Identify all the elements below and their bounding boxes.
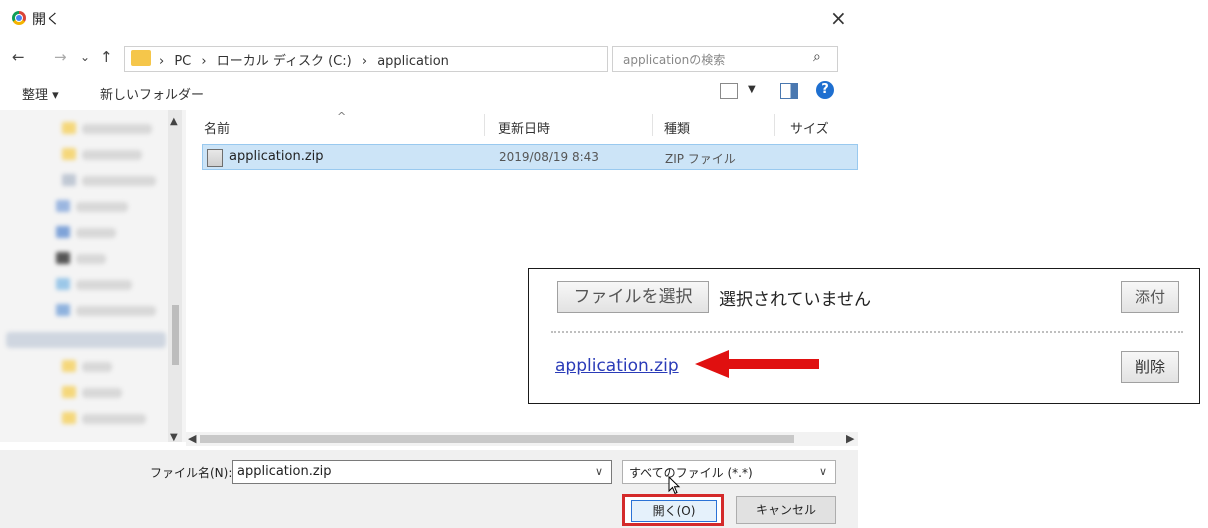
nav-desktop-icon [56, 278, 70, 290]
nav-item[interactable] [82, 362, 112, 372]
address-bar[interactable]: › PC › ローカル ディスク (C:) › application ∨ ↻ [124, 46, 722, 72]
delete-button[interactable]: 削除 [1121, 351, 1179, 383]
close-button[interactable]: × [830, 6, 847, 30]
horizontal-scrollbar[interactable]: ◀ ▶ [186, 432, 858, 446]
nav-download-icon [56, 226, 70, 238]
file-name: application.zip [229, 149, 324, 164]
file-type-filter-value: すべてのファイル (*.*) [629, 466, 753, 480]
breadcrumb-local-disk[interactable]: ローカル ディスク (C:) [217, 54, 352, 69]
filename-input[interactable]: application.zip ∨ [232, 460, 612, 484]
forward-button[interactable]: → [54, 48, 67, 66]
open-button-highlight: 開く(O) [622, 494, 724, 526]
column-header-size[interactable]: サイズ [790, 118, 829, 137]
nav-folder-icon [62, 360, 76, 372]
nav-item[interactable] [82, 388, 122, 398]
breadcrumb-separator: › [201, 54, 207, 69]
breadcrumb-pc[interactable]: PC [174, 54, 191, 69]
dotted-divider [551, 331, 1183, 333]
nav-scrollbar[interactable] [168, 110, 182, 442]
breadcrumb-application[interactable]: application [377, 54, 449, 69]
nav-drive-icon [56, 304, 70, 316]
nav-scrollbar-thumb[interactable] [172, 305, 179, 365]
column-divider[interactable] [774, 114, 775, 136]
column-header-type[interactable]: 種類 [664, 118, 690, 137]
breadcrumb-separator: › [361, 54, 368, 69]
search-placeholder: applicationの検索 [623, 53, 726, 67]
search-icon: ⌕ [813, 49, 821, 65]
breadcrumb: › PC › ローカル ディスク (C:) › application [159, 50, 455, 69]
nav-folder-icon [62, 148, 76, 160]
attached-file-link[interactable]: application.zip [555, 356, 679, 376]
column-header-name[interactable]: 名前 [204, 118, 230, 137]
attachment-form-inset: ファイルを選択 選択されていません 添付 application.zip 削除 [528, 268, 1200, 404]
navigation-bar: ← → ⌄ ↑ › PC › ローカル ディスク (C:) › applicat… [0, 42, 858, 72]
nav-item[interactable] [76, 202, 128, 212]
file-date: 2019/08/19 8:43 [499, 150, 599, 164]
nav-3d-icon [56, 200, 70, 212]
mouse-cursor-icon [668, 476, 681, 495]
nav-item[interactable] [82, 124, 152, 134]
navigation-pane[interactable]: ▲ ▼ [0, 110, 186, 442]
nav-music-icon [56, 252, 70, 264]
open-file-dialog: 開く × ← → ⌄ ↑ › PC › ローカル ディスク (C:) › app… [0, 0, 860, 528]
nav-item[interactable] [82, 414, 146, 424]
scroll-up-icon[interactable]: ▲ [170, 116, 178, 127]
nav-pc-icon [62, 174, 76, 186]
nav-item[interactable] [76, 306, 156, 316]
view-options-icon[interactable] [720, 83, 738, 99]
nav-item-selected[interactable] [6, 332, 166, 348]
organize-button[interactable]: 整理 ▾ [22, 84, 59, 103]
bottom-panel: ファイル名(N): application.zip ∨ すべてのファイル (*.… [0, 450, 858, 528]
search-input[interactable]: applicationの検索 ⌕ [612, 46, 838, 72]
horizontal-scrollbar-thumb[interactable] [200, 435, 794, 443]
file-type-filter[interactable]: すべてのファイル (*.*) ∨ [622, 460, 836, 484]
column-name-label: 名前 [204, 122, 231, 137]
cancel-button[interactable]: キャンセル [736, 496, 836, 524]
dialog-title: 開く [32, 12, 60, 28]
filename-dropdown-icon[interactable]: ∨ [595, 465, 603, 478]
filter-dropdown-icon[interactable]: ∨ [819, 465, 827, 478]
choose-file-button[interactable]: ファイルを選択 [557, 281, 709, 313]
column-divider[interactable] [484, 114, 485, 136]
nav-item[interactable] [76, 228, 116, 238]
nav-item[interactable] [76, 280, 132, 290]
back-button[interactable]: ← [12, 48, 25, 66]
new-folder-button[interactable]: 新しいフォルダー [100, 84, 204, 103]
no-file-selected-text: 選択されていません [719, 290, 871, 310]
file-row[interactable]: application.zip 2019/08/19 8:43 ZIP ファイル [202, 144, 858, 170]
nav-item[interactable] [76, 254, 106, 264]
attach-button[interactable]: 添付 [1121, 281, 1179, 313]
column-header-date[interactable]: 更新日時 [498, 118, 550, 137]
red-arrow-icon [695, 350, 819, 378]
view-dropdown-icon[interactable]: ▼ [748, 84, 756, 95]
filename-value: application.zip [237, 464, 332, 479]
scroll-left-icon[interactable]: ◀ [188, 432, 196, 445]
chrome-icon [12, 11, 26, 25]
recent-locations-button[interactable]: ⌄ [80, 50, 90, 64]
up-button[interactable]: ↑ [100, 48, 113, 66]
nav-item[interactable] [82, 150, 142, 160]
column-divider[interactable] [652, 114, 653, 136]
file-type: ZIP ファイル [665, 152, 736, 166]
nav-folder-icon [62, 412, 76, 424]
zip-file-icon [207, 149, 223, 167]
nav-item[interactable] [82, 176, 156, 186]
nav-folder-icon [62, 122, 76, 134]
preview-pane-icon[interactable] [780, 83, 798, 99]
command-bar: 整理 ▾ 新しいフォルダー ▼ ? [0, 78, 858, 106]
sort-ascending-icon: ^ [337, 110, 347, 123]
open-button[interactable]: 開く(O) [631, 500, 717, 522]
background-page-strip [858, 0, 866, 528]
scroll-down-icon[interactable]: ▼ [170, 432, 178, 442]
folder-icon [131, 50, 151, 66]
filename-label: ファイル名(N): [150, 466, 233, 480]
help-icon[interactable]: ? [816, 81, 834, 99]
breadcrumb-separator: › [159, 54, 165, 69]
title-bar: 開く × [0, 0, 858, 36]
scroll-right-icon[interactable]: ▶ [846, 432, 854, 445]
nav-folder-icon [62, 386, 76, 398]
